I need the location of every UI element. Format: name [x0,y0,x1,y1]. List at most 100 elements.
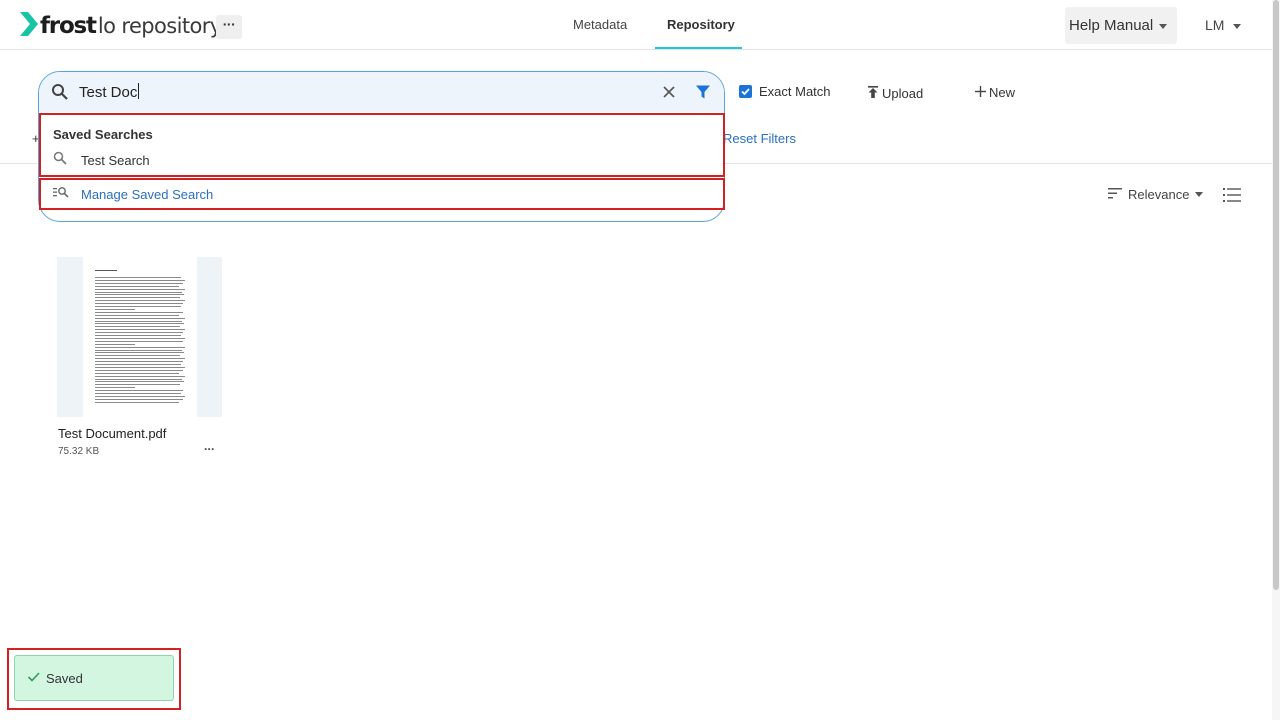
text-cursor [138,83,140,99]
saved-searches-heading: Saved Searches [53,127,153,142]
manage-search-icon [53,185,69,203]
reset-filters-link[interactable]: Reset Filters [723,131,796,146]
document-preview-line [95,340,183,342]
manage-saved-search-link[interactable]: Manage Saved Search [53,185,213,203]
document-preview-line [95,294,184,296]
app-header: frost lo repository ··· Metadata Reposit… [0,0,1272,50]
document-preview-line [95,303,183,305]
saved-searches-section: Saved Searches Test Search [39,113,725,177]
document-name[interactable]: Test Document.pdf [58,426,166,441]
document-preview-line [95,314,179,316]
sort-icon [1108,187,1122,202]
tab-metadata[interactable]: Metadata [573,17,627,32]
tab-repository[interactable]: Repository [667,17,735,32]
document-preview-line [95,352,184,354]
document-preview-line [95,323,184,325]
search-icon [51,83,69,101]
document-preview-line [95,384,180,386]
document-preview-line [95,378,182,380]
search-bar: Test Doc [39,72,724,112]
document-preview-line [95,343,135,345]
chevron-down-icon [1159,23,1168,29]
user-initials: LM [1205,17,1225,33]
exact-match-checkbox[interactable]: Exact Match [739,84,831,99]
exact-match-label: Exact Match [759,84,831,99]
document-preview-line [95,335,181,336]
chevron-down-icon [1195,192,1204,197]
filter-icon[interactable] [695,84,711,100]
document-preview-line [95,372,179,374]
plus-icon [975,85,986,100]
scrollbar-thumb[interactable] [1273,0,1279,590]
document-thumbnail[interactable] [57,257,222,417]
document-preview-line [95,308,135,310]
document-preview-line [95,358,185,360]
document-preview-line [95,291,182,293]
document-preview-line [95,288,185,290]
document-preview-line [95,346,185,348]
document-page-preview [83,257,197,417]
upload-icon [867,85,879,102]
active-tab-indicator [655,47,742,49]
chevron-down-icon [1233,23,1242,29]
document-preview-line [95,390,183,392]
more-options-button[interactable]: ··· [216,15,242,39]
document-preview-line [95,366,185,368]
logo[interactable]: frost lo repository [20,11,222,41]
document-preview-line [95,395,185,397]
sort-label: Relevance [1128,187,1190,202]
document-preview-line [95,300,185,302]
document-preview-line [95,375,185,377]
document-preview-line [95,387,135,389]
toast-label: Saved [46,670,83,686]
document-size: 75.32 KB [58,446,100,457]
document-preview-line [95,329,185,331]
checkbox-checked-icon [739,85,752,98]
document-preview-line [95,369,183,371]
document-preview-line [95,311,183,313]
document-preview-line [95,361,183,363]
document-preview-line [95,285,179,287]
document-preview-line [95,355,180,357]
document-preview-line [95,317,185,319]
saved-search-item[interactable]: Test Search [53,151,150,169]
search-input-value: Test Doc [79,84,138,101]
help-manual-label: Help Manual [1069,17,1154,34]
document-preview-line [95,270,117,271]
logo-brand: frost [40,13,97,39]
close-icon[interactable] [661,84,677,100]
chevron-logo-icon [20,11,38,41]
upload-label: Upload [882,86,924,101]
manage-saved-search-section: Manage Saved Search [39,178,725,210]
document-preview-line [95,393,181,394]
manage-saved-search-label: Manage Saved Search [81,186,214,202]
document-preview-line [95,398,183,400]
sort-dropdown[interactable]: Relevance [1108,187,1204,202]
upload-button[interactable]: Upload [867,85,923,102]
document-preview-line [95,297,180,299]
user-menu-button[interactable]: LM [1205,17,1242,33]
document-preview-line [95,277,181,278]
list-view-icon[interactable] [1223,187,1241,203]
logo-product: lo repository [97,14,222,38]
help-manual-button[interactable]: Help Manual [1065,7,1177,44]
document-preview-line [95,349,182,351]
document-preview-line [95,282,183,284]
search-icon [53,151,67,170]
document-preview-line [95,320,182,322]
document-preview-line [95,381,184,383]
document-preview-line [95,326,180,328]
new-label: New [989,85,1016,100]
document-menu-button[interactable]: ··· [204,442,215,456]
document-preview-line [95,279,185,281]
saved-toast: Saved [14,655,174,701]
check-icon [27,669,40,687]
document-preview-line [95,364,181,365]
document-preview-line [95,401,179,403]
new-button[interactable]: New [975,85,1015,100]
search-input[interactable]: Test Doc [79,83,140,101]
document-preview-line [95,332,183,334]
document-preview-line [95,306,181,307]
document-preview-line [95,337,185,339]
saved-search-label: Test Search [81,152,150,168]
